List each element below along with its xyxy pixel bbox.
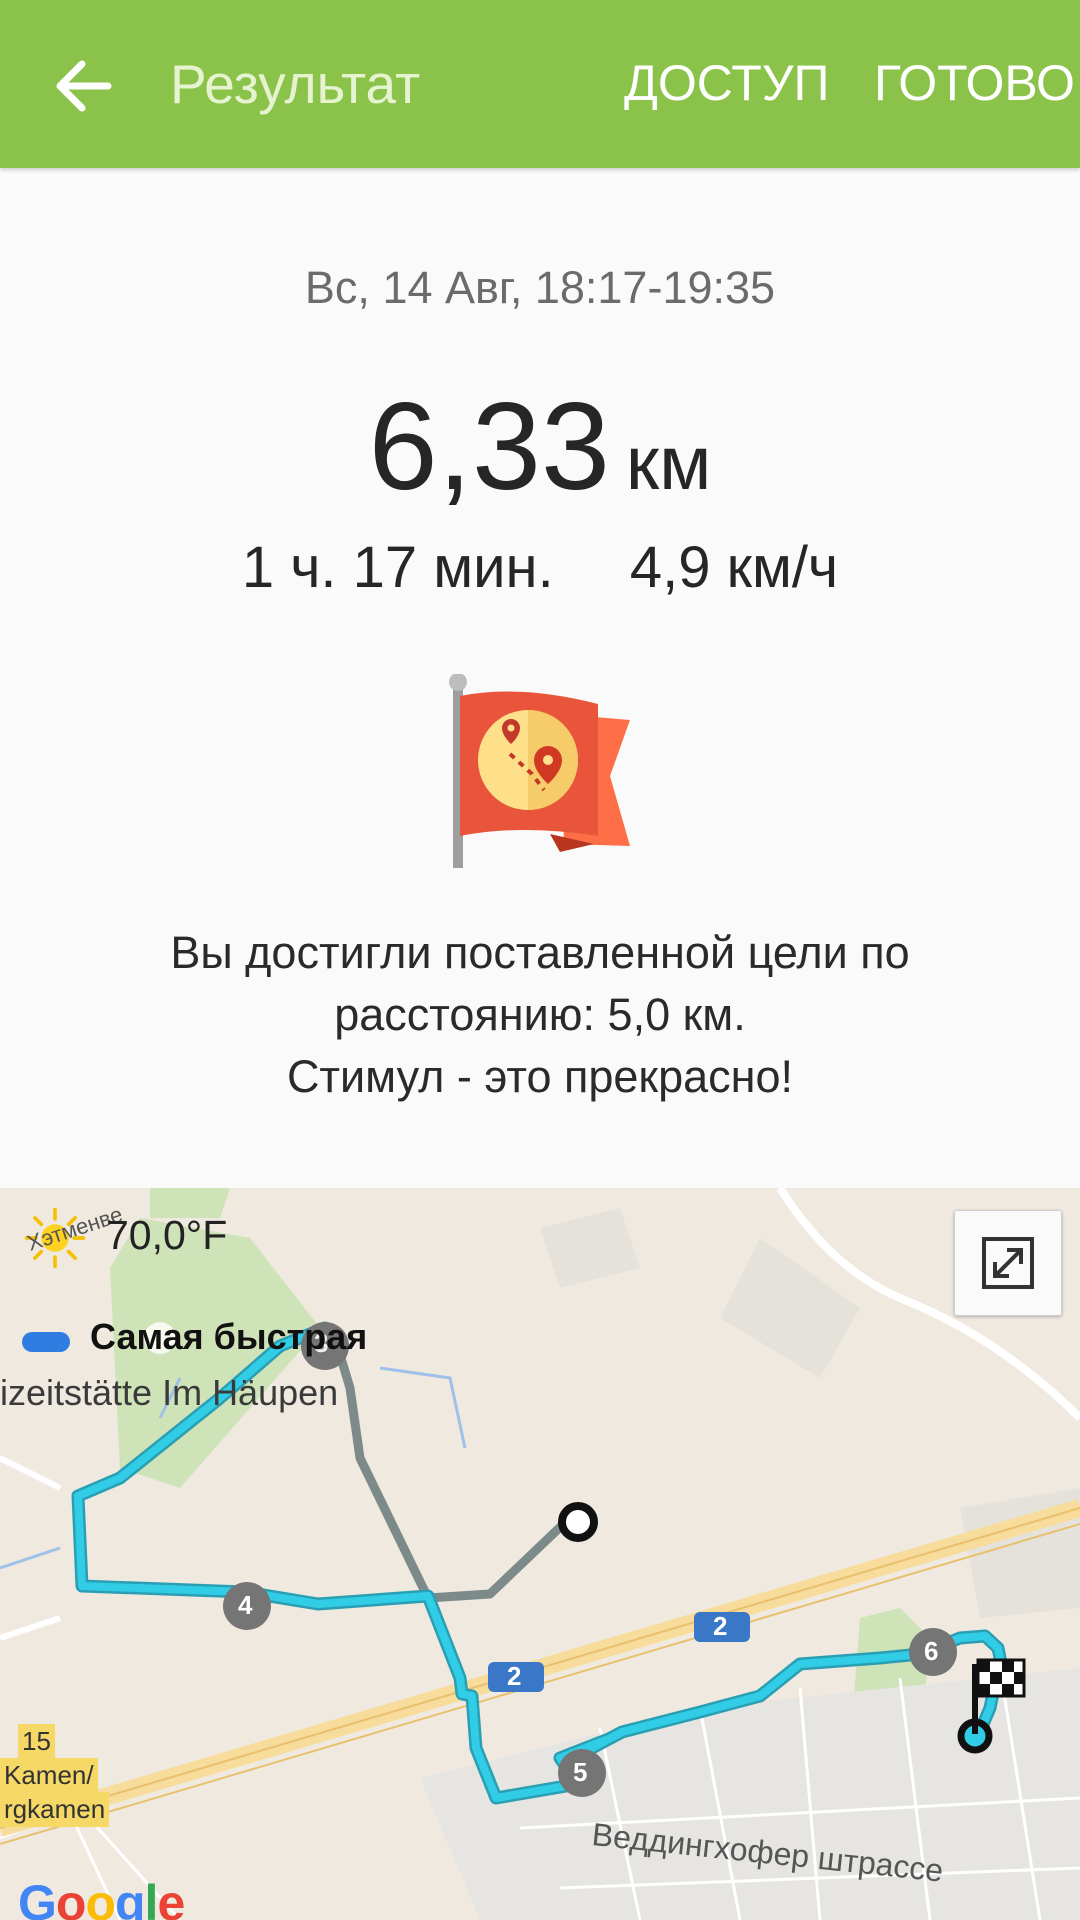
achievement-message: Вы достигли поставленной цели по расстоя… (0, 922, 1080, 1108)
road-number: 2 (507, 1661, 522, 1691)
expand-icon (982, 1237, 1034, 1289)
app-bar: Результат ДОСТУП ГОТОВО (0, 0, 1080, 168)
distance-display: 6,33 км (0, 376, 1080, 518)
weather-temperature: 70,0°F (106, 1212, 228, 1258)
map-tag-line-2: rgkamen (0, 1792, 110, 1827)
route-marker-5: 5 (573, 1757, 588, 1787)
back-arrow-icon[interactable] (48, 50, 120, 122)
route-marker-6: 6 (924, 1636, 939, 1666)
map-canvas (0, 1188, 1080, 1920)
map-tag-line-1: Kamen/ (0, 1758, 98, 1793)
distance-unit: км (625, 421, 712, 506)
expand-map-button[interactable] (954, 1210, 1062, 1316)
duration-value: 1 ч. 17 мин. (241, 535, 554, 600)
map-tag-number: 15 (18, 1724, 55, 1759)
poi-label: izeitstätte Im Häupen (0, 1372, 339, 1413)
share-button[interactable]: ДОСТУП (624, 54, 829, 112)
goal-flag-icon (449, 674, 630, 868)
distance-value: 6,33 (368, 378, 610, 516)
achievement-line-2: расстоянию: 5,0 км. (334, 989, 746, 1040)
workout-datetime: Вс, 14 Авг, 18:17-19:35 (304, 262, 776, 313)
legend-swatch (22, 1332, 70, 1352)
workout-stats: 1 ч. 17 мин. 4,9 км/ч (0, 534, 1080, 601)
speed-value: 4,9 км/ч (629, 535, 839, 600)
route-marker-4: 4 (238, 1590, 253, 1620)
road-number: 2 (713, 1611, 728, 1641)
route-map[interactable]: 3 4 5 6 2 2 Хэтменве 70,0°F Самая быстра… (0, 1188, 1080, 1920)
achievement-line-3: Стимул - это прекрасно! (286, 1051, 794, 1102)
achievement-line-1: Вы достигли поставленной цели по (170, 927, 910, 978)
legend-label: Самая быстрая (90, 1316, 368, 1357)
page-title: Результат (170, 53, 421, 115)
google-logo: Google (18, 1875, 185, 1920)
done-button[interactable]: ГОТОВО (874, 54, 1075, 112)
